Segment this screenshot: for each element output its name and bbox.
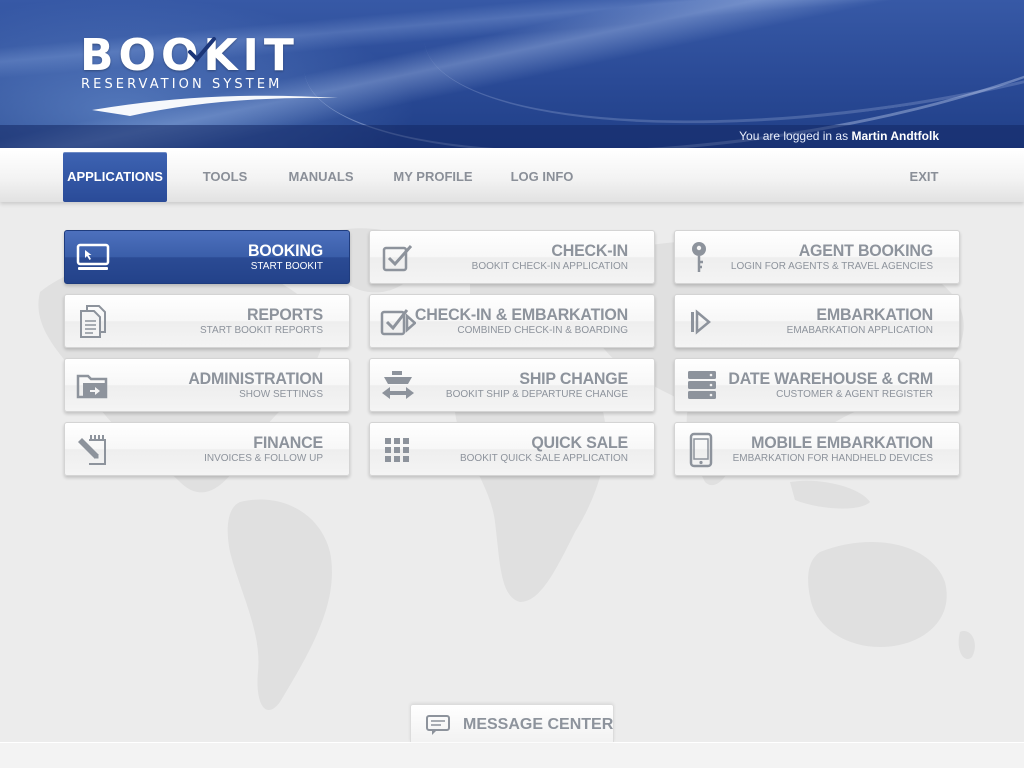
tile-title: ADMINISTRATION bbox=[188, 370, 323, 389]
phone-icon bbox=[689, 432, 713, 468]
tile-title: CHECK-IN bbox=[551, 242, 628, 261]
tile-finance[interactable]: FINANCE INVOICES & FOLLOW UP bbox=[64, 422, 350, 476]
tile-quick-sale[interactable]: QUICK SALE BOOKIT QUICK SALE APPLICATION bbox=[369, 422, 655, 476]
tile-subtitle: BOOKIT CHECK-IN APPLICATION bbox=[471, 261, 628, 272]
footer-bar bbox=[0, 742, 1024, 768]
header-banner: BOOKIT RESERVATION SYSTEM You are logged… bbox=[0, 0, 1024, 148]
key-icon bbox=[692, 242, 706, 272]
tile-title: EMBARKATION bbox=[816, 306, 933, 325]
nav-tools[interactable]: TOOLS bbox=[196, 152, 254, 202]
message-center-button[interactable]: MESSAGE CENTER bbox=[410, 704, 614, 742]
tile-check-in[interactable]: CHECK-IN BOOKIT CHECK-IN APPLICATION bbox=[369, 230, 655, 284]
tile-check-in-embarkation[interactable]: CHECK-IN & EMBARKATION COMBINED CHECK-IN… bbox=[369, 294, 655, 348]
tile-subtitle: BOOKIT SHIP & DEPARTURE CHANGE bbox=[445, 389, 628, 400]
tile-ship-change[interactable]: SHIP CHANGE BOOKIT SHIP & DEPARTURE CHAN… bbox=[369, 358, 655, 412]
message-center-label: MESSAGE CENTER bbox=[463, 716, 614, 733]
tile-title: DATE WAREHOUSE & CRM bbox=[728, 370, 933, 389]
tile-subtitle: INVOICES & FOLLOW UP bbox=[204, 453, 323, 464]
tile-subtitle: CUSTOMER & AGENT REGISTER bbox=[776, 389, 933, 400]
login-info: You are logged in as Martin Andtfolk bbox=[739, 129, 939, 143]
grid-icon bbox=[385, 438, 409, 462]
database-icon bbox=[688, 371, 716, 399]
tile-subtitle: SHOW SETTINGS bbox=[239, 389, 323, 400]
folder-icon bbox=[76, 374, 108, 399]
nav-exit[interactable]: EXIT bbox=[902, 152, 946, 202]
logo-wave bbox=[92, 95, 338, 116]
tile-title: BOOKING bbox=[247, 242, 323, 261]
documents-icon bbox=[80, 305, 106, 338]
tile-subtitle: BOOKIT QUICK SALE APPLICATION bbox=[459, 453, 628, 464]
tile-agent-booking[interactable]: AGENT BOOKING LOGIN FOR AGENTS & TRAVEL … bbox=[674, 230, 960, 284]
tile-title: CHECK-IN & EMBARKATION bbox=[414, 306, 628, 325]
login-username: Martin Andtfolk bbox=[851, 129, 939, 143]
tile-reports[interactable]: REPORTS START BOOKIT REPORTS bbox=[64, 294, 350, 348]
logo-check-icon bbox=[188, 37, 216, 62]
tile-title: MOBILE EMBARKATION bbox=[751, 434, 933, 453]
embark-arrow-icon bbox=[691, 309, 711, 335]
tile-title: AGENT BOOKING bbox=[798, 242, 933, 261]
logo-tagline: RESERVATION SYSTEM bbox=[81, 77, 283, 92]
nav-my-profile[interactable]: MY PROFILE bbox=[390, 152, 476, 202]
tile-data-warehouse-crm[interactable]: DATE WAREHOUSE & CRM CUSTOMER & AGENT RE… bbox=[674, 358, 960, 412]
tile-title: FINANCE bbox=[253, 434, 323, 453]
nav-applications[interactable]: APPLICATIONS bbox=[63, 152, 167, 202]
login-prefix: You are logged in as bbox=[739, 129, 849, 143]
tile-subtitle: LOGIN FOR AGENTS & TRAVEL AGENCIES bbox=[730, 261, 933, 272]
checkbox-arrow-icon bbox=[380, 309, 416, 336]
monitor-icon bbox=[76, 243, 110, 270]
tile-mobile-embarkation[interactable]: MOBILE EMBARKATION EMBARKATION FOR HANDH… bbox=[674, 422, 960, 476]
nav-manuals[interactable]: MANUALS bbox=[284, 152, 358, 202]
tile-title: SHIP CHANGE bbox=[519, 370, 628, 389]
tile-subtitle: EMABARKATION APPLICATION bbox=[786, 325, 933, 336]
tile-administration[interactable]: ADMINISTRATION SHOW SETTINGS bbox=[64, 358, 350, 412]
tile-booking[interactable]: BOOKING START BOOKIT bbox=[64, 230, 350, 284]
checkbox-icon bbox=[382, 245, 413, 272]
tile-embarkation[interactable]: EMBARKATION EMABARKATION APPLICATION bbox=[674, 294, 960, 348]
nav-log-info[interactable]: LOG INFO bbox=[508, 152, 576, 202]
notepad-pencil-icon bbox=[78, 435, 106, 465]
main-nav: APPLICATIONS TOOLS MANUALS MY PROFILE LO… bbox=[0, 148, 1024, 202]
tile-subtitle: START BOOKIT REPORTS bbox=[200, 325, 323, 336]
tile-subtitle: START BOOKIT bbox=[250, 261, 323, 272]
tile-subtitle: COMBINED CHECK-IN & BOARDING bbox=[457, 325, 628, 336]
tile-subtitle: EMBARKATION FOR HANDHELD DEVICES bbox=[732, 453, 933, 464]
ship-icon bbox=[382, 371, 414, 399]
tile-title: REPORTS bbox=[247, 306, 323, 325]
tile-title: QUICK SALE bbox=[531, 434, 628, 453]
bookit-logo: BOOKIT RESERVATION SYSTEM bbox=[80, 34, 342, 118]
message-icon bbox=[426, 715, 450, 735]
